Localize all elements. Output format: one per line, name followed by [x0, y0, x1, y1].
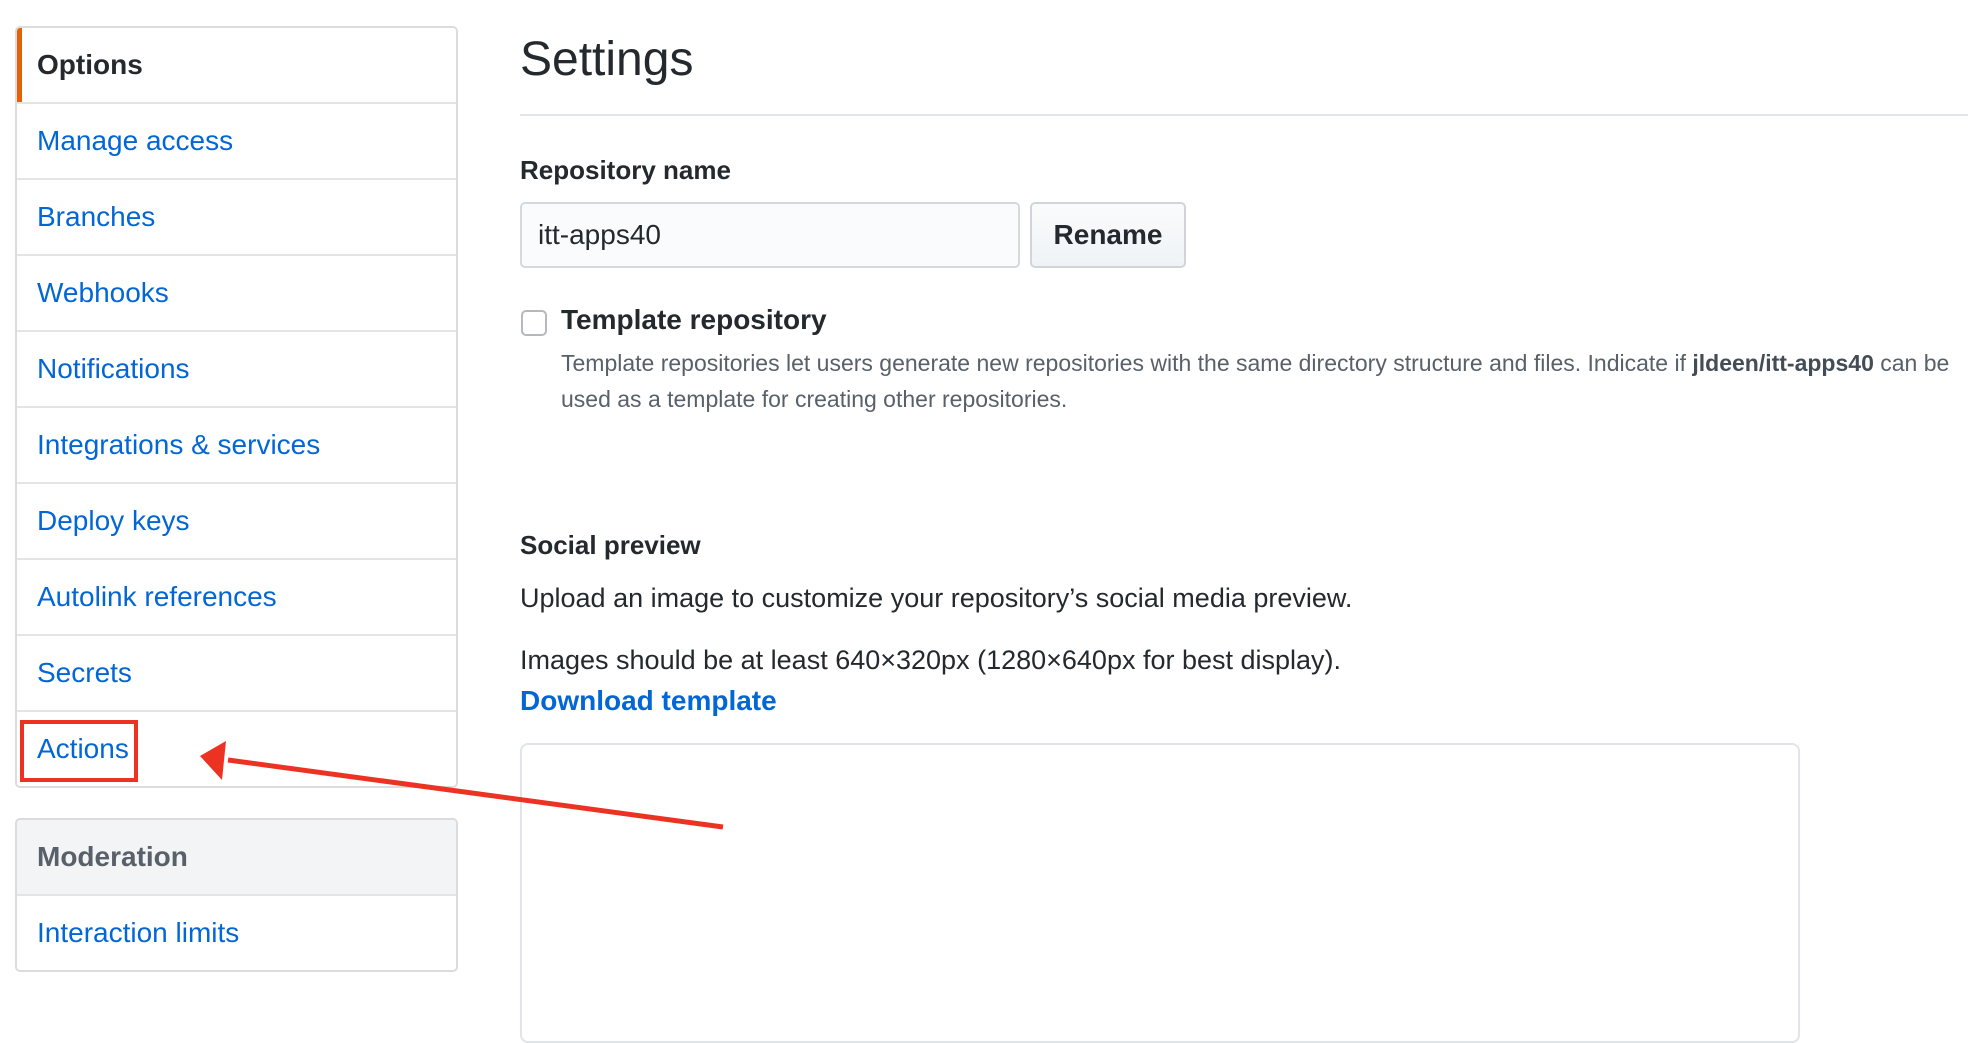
- moderation-heading: Moderation: [17, 820, 456, 896]
- sidebar-item-label: Secrets: [37, 657, 132, 688]
- sidebar-item-autolink-references[interactable]: Autolink references: [17, 560, 456, 636]
- repo-name-input[interactable]: [520, 202, 1020, 268]
- rename-button[interactable]: Rename: [1030, 202, 1186, 268]
- sidebar-item-notifications[interactable]: Notifications: [17, 332, 456, 408]
- page-title: Settings: [520, 33, 694, 86]
- settings-options-menu: Options Manage access Branches Webhooks …: [15, 26, 458, 788]
- sidebar-item-label: Autolink references: [37, 581, 277, 612]
- sidebar-item-label: Interaction limits: [37, 917, 240, 948]
- sidebar-item-manage-access[interactable]: Manage access: [17, 104, 456, 180]
- download-template-link[interactable]: Download template: [520, 685, 777, 717]
- title-divider: [520, 114, 1968, 116]
- sidebar-item-label: Options: [37, 49, 143, 80]
- sidebar-item-label: Manage access: [37, 125, 234, 156]
- menu-heading-label: Moderation: [37, 841, 188, 872]
- sidebar-item-options[interactable]: Options: [17, 28, 456, 104]
- repo-name-label: Repository name: [520, 155, 731, 185]
- sidebar-item-label: Deploy keys: [37, 505, 190, 536]
- moderation-menu: Moderation Interaction limits: [15, 818, 458, 972]
- sidebar-item-label: Notifications: [37, 353, 190, 384]
- template-repository-checkbox[interactable]: [521, 310, 547, 336]
- sidebar-item-label: Integrations & services: [37, 429, 321, 460]
- social-preview-dropzone[interactable]: [520, 743, 1800, 1043]
- sidebar-item-secrets[interactable]: Secrets: [17, 636, 456, 712]
- repo-full-name: jldeen/itt-apps40: [1692, 350, 1874, 376]
- sidebar-item-branches[interactable]: Branches: [17, 180, 456, 256]
- social-preview-heading: Social preview: [520, 530, 701, 560]
- template-repository-note: Template repositories let users generate…: [561, 345, 1961, 417]
- sidebar-item-webhooks[interactable]: Webhooks: [17, 256, 456, 332]
- note-text: Template repositories let users generate…: [561, 350, 1693, 376]
- annotation-highlight-box: [20, 720, 138, 782]
- sidebar-item-label: Branches: [37, 201, 156, 232]
- social-preview-size-hint: Images should be at least 640×320px (128…: [520, 645, 1342, 675]
- social-preview-description: Upload an image to customize your reposi…: [520, 583, 1353, 613]
- sidebar-item-integrations[interactable]: Integrations & services: [17, 408, 456, 484]
- sidebar-item-deploy-keys[interactable]: Deploy keys: [17, 484, 456, 560]
- sidebar-item-label: Webhooks: [37, 277, 169, 308]
- template-repository-label: Template repository: [561, 304, 827, 335]
- sidebar-item-interaction-limits[interactable]: Interaction limits: [17, 896, 456, 970]
